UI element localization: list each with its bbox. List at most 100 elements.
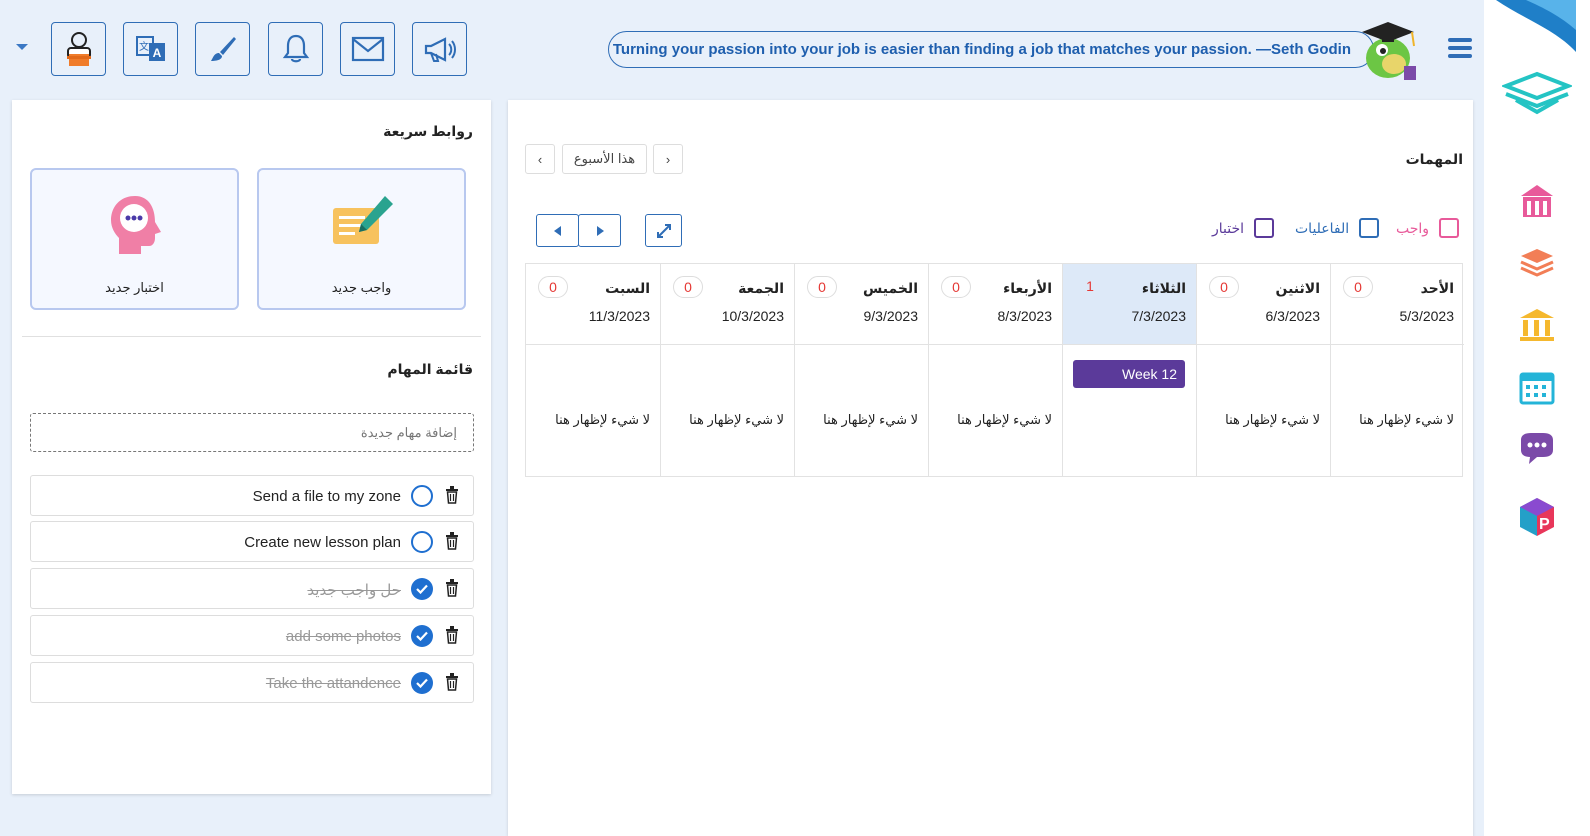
day-count-badge: 0: [538, 276, 568, 298]
teacher-icon: [66, 32, 91, 66]
empty-message: لا شيء لإظهار هنا: [689, 412, 784, 427]
scroll-right-button[interactable]: [578, 214, 621, 247]
day-date: 8/3/2023: [997, 308, 1053, 324]
day-column-wednesday[interactable]: 0 الأربعاء 8/3/2023 لا شيء لإظهار هنا: [928, 264, 1062, 476]
quote-banner: Turning your passion into your job is ea…: [608, 31, 1374, 68]
activities-checkbox[interactable]: [1359, 218, 1380, 238]
day-column-saturday[interactable]: 0 السبت 11/3/2023 لا شيء لإظهار هنا: [526, 264, 660, 476]
new-homework-card[interactable]: واجب جديد: [257, 168, 466, 310]
day-count-badge: 0: [1209, 276, 1239, 298]
calendar-icon: [1519, 372, 1555, 405]
trash-icon[interactable]: [445, 579, 459, 597]
trash-icon[interactable]: [445, 626, 459, 644]
translate-icon: A文: [135, 36, 165, 61]
add-task-input[interactable]: [30, 413, 474, 452]
new-homework-label: واجب جديد: [331, 280, 392, 295]
paint-button[interactable]: [195, 22, 250, 76]
notifications-button[interactable]: [268, 22, 323, 76]
sidebar-item-institution[interactable]: [1484, 306, 1590, 344]
day-column-friday[interactable]: 0 الجمعة 10/3/2023 لا شيء لإظهار هنا: [660, 264, 794, 476]
trash-icon[interactable]: [445, 532, 459, 550]
day-count-badge: 0: [807, 276, 837, 298]
sidebar-item-school[interactable]: [1484, 182, 1590, 220]
quick-links-title: روابط سريعة: [383, 123, 473, 139]
task-label: Take the attandence: [265, 675, 401, 692]
thinking-head-icon: [110, 196, 161, 254]
task-checkbox-checked[interactable]: [411, 578, 433, 600]
day-column-sunday[interactable]: 0 الأحد 5/3/2023 لا شيء لإظهار هنا: [1330, 264, 1464, 476]
task-label: Send a file to my zone: [252, 488, 401, 505]
next-week-button[interactable]: ›: [653, 144, 683, 174]
day-name: السبت: [605, 280, 650, 296]
day-column-tuesday[interactable]: 1 الثلاثاء 7/3/2023 Week 12: [1062, 264, 1196, 476]
day-name: الخميس: [862, 280, 918, 296]
dinosaur-mascot-icon: [1362, 22, 1416, 80]
filter-homework[interactable]: واجب: [1396, 218, 1460, 238]
day-date: 6/3/2023: [1265, 308, 1321, 324]
sidebar-item-chat[interactable]: [1484, 430, 1590, 468]
check-icon: [416, 678, 428, 688]
task-item: add some photos: [30, 615, 474, 656]
dropdown-caret-icon[interactable]: [16, 44, 28, 50]
task-checkbox[interactable]: [411, 531, 433, 553]
task-item: Send a file to my zone: [30, 475, 474, 516]
filter-activities[interactable]: الفاعليات: [1295, 218, 1380, 238]
exam-checkbox[interactable]: [1254, 218, 1275, 238]
cube-p-icon: P: [1520, 498, 1554, 536]
trash-icon[interactable]: [445, 673, 459, 691]
prev-week-button[interactable]: ‹: [525, 144, 555, 174]
day-name: الأحد: [1420, 280, 1454, 296]
teacher-button[interactable]: [51, 22, 106, 76]
day-count-badge: 0: [1343, 276, 1373, 298]
new-exam-card[interactable]: اختبار جديد: [30, 168, 239, 310]
stack-logo-icon: [1502, 71, 1572, 115]
announcements-button[interactable]: [412, 22, 467, 76]
task-label: Create new lesson plan: [244, 534, 401, 551]
menu-icon[interactable]: [1448, 38, 1472, 62]
mascot-avatar[interactable]: [1354, 14, 1426, 84]
filter-exam[interactable]: اختبار: [1212, 218, 1275, 238]
homework-checkbox[interactable]: [1439, 218, 1460, 238]
sidebar-item-platform[interactable]: P: [1484, 496, 1590, 538]
sidebar-item-calendar[interactable]: [1484, 368, 1590, 406]
translate-button[interactable]: A文: [123, 22, 178, 76]
task-label: حل واجب جديد: [307, 582, 401, 599]
caret-left-icon: [553, 225, 561, 236]
check-icon: [416, 631, 428, 641]
trash-icon[interactable]: [445, 486, 459, 504]
institution-icon: [1520, 309, 1554, 341]
empty-message: لا شيء لإظهار هنا: [957, 412, 1052, 427]
this-week-button[interactable]: هذا الأسبوع: [562, 144, 647, 174]
task-checkbox-checked[interactable]: [411, 625, 433, 647]
top-bar: A文 Turning your passion into your job is…: [0, 0, 1475, 98]
event-chip[interactable]: Week 12: [1073, 360, 1185, 388]
task-list-title: قائمة المهام: [387, 361, 473, 377]
caret-right-icon: [596, 225, 604, 236]
expand-button[interactable]: [645, 214, 682, 247]
day-date: 10/3/2023: [721, 308, 784, 324]
sidebar-logo[interactable]: [1484, 70, 1590, 116]
task-checkbox[interactable]: [411, 485, 433, 507]
divider: [22, 336, 481, 337]
svg-text:A: A: [152, 46, 161, 60]
corner-ribbon-icon: [1496, 0, 1576, 52]
day-column-thursday[interactable]: 0 الخميس 9/3/2023 لا شيء لإظهار هنا: [794, 264, 928, 476]
bell-icon: [282, 34, 309, 63]
day-count-badge: 0: [673, 276, 703, 298]
day-date: 9/3/2023: [863, 308, 919, 324]
chat-icon: [1521, 433, 1553, 464]
scroll-left-button[interactable]: [536, 214, 579, 247]
homework-pen-icon: [332, 196, 393, 244]
activities-filter-label: الفاعليات: [1295, 219, 1350, 236]
sidebar-item-library[interactable]: [1484, 246, 1590, 280]
empty-message: لا شيء لإظهار هنا: [823, 412, 918, 427]
right-sidebar: P: [1484, 0, 1590, 836]
messages-button[interactable]: [340, 22, 395, 76]
day-column-monday[interactable]: 0 الاثنين 6/3/2023 لا شيء لإظهار هنا: [1196, 264, 1330, 476]
books-icon: [1520, 249, 1554, 277]
empty-message: لا شيء لإظهار هنا: [555, 412, 650, 427]
tasks-title: المهمات: [1405, 151, 1463, 167]
day-name: الثلاثاء: [1141, 280, 1186, 296]
new-exam-label: اختبار جديد: [105, 280, 164, 295]
task-checkbox-checked[interactable]: [411, 672, 433, 694]
